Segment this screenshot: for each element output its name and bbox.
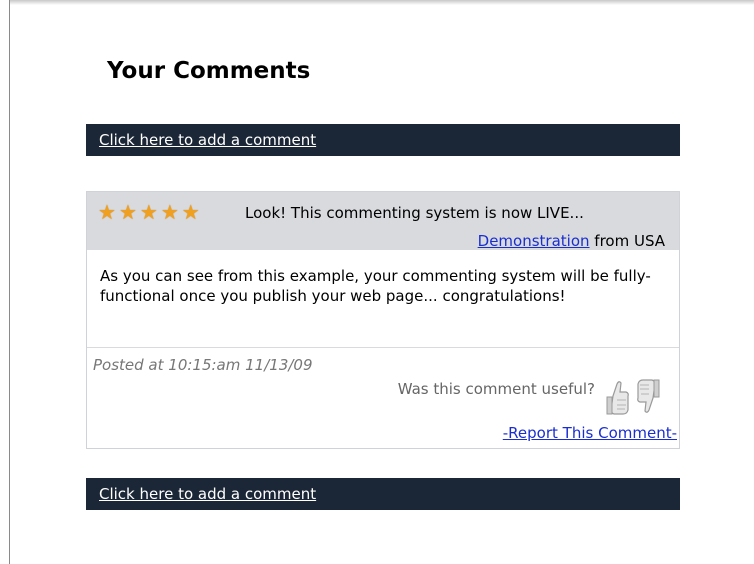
star-icon: ★ (118, 200, 137, 224)
add-comment-link-bottom[interactable]: Click here to add a comment (99, 485, 316, 503)
comment-header: ★ ★ ★ ★ ★ Look! This commenting system i… (87, 192, 679, 250)
useful-prompt: Was this comment useful? (397, 380, 595, 398)
comment-headline: Look! This commenting system is now LIVE… (245, 204, 584, 222)
author-location: from USA (589, 232, 665, 250)
thumbs-up-icon[interactable] (605, 376, 631, 418)
star-icon: ★ (139, 200, 158, 224)
star-icon: ★ (181, 200, 200, 224)
author-link[interactable]: Demonstration (478, 232, 590, 250)
posted-timestamp: Posted at 10:15:am 11/13/09 (93, 356, 313, 374)
comment-body: As you can see from this example, your c… (100, 267, 651, 305)
add-comment-bar-bottom: Click here to add a comment (86, 478, 680, 510)
comment-author-line: Demonstration from USA (478, 232, 665, 250)
comment-divider (87, 347, 679, 348)
thumbs-down-icon[interactable] (635, 376, 661, 418)
add-comment-bar-top: Click here to add a comment (86, 124, 680, 156)
star-rating: ★ ★ ★ ★ ★ (98, 202, 200, 222)
star-icon: ★ (160, 200, 179, 224)
report-comment-link[interactable]: -Report This Comment- (503, 424, 677, 442)
page-title: Your Comments (107, 58, 311, 84)
comment-card: ★ ★ ★ ★ ★ Look! This commenting system i… (86, 191, 680, 449)
add-comment-link-top[interactable]: Click here to add a comment (99, 131, 316, 149)
window-top-edge (0, 0, 754, 5)
window-left-edge (0, 0, 10, 564)
star-icon: ★ (98, 200, 116, 224)
